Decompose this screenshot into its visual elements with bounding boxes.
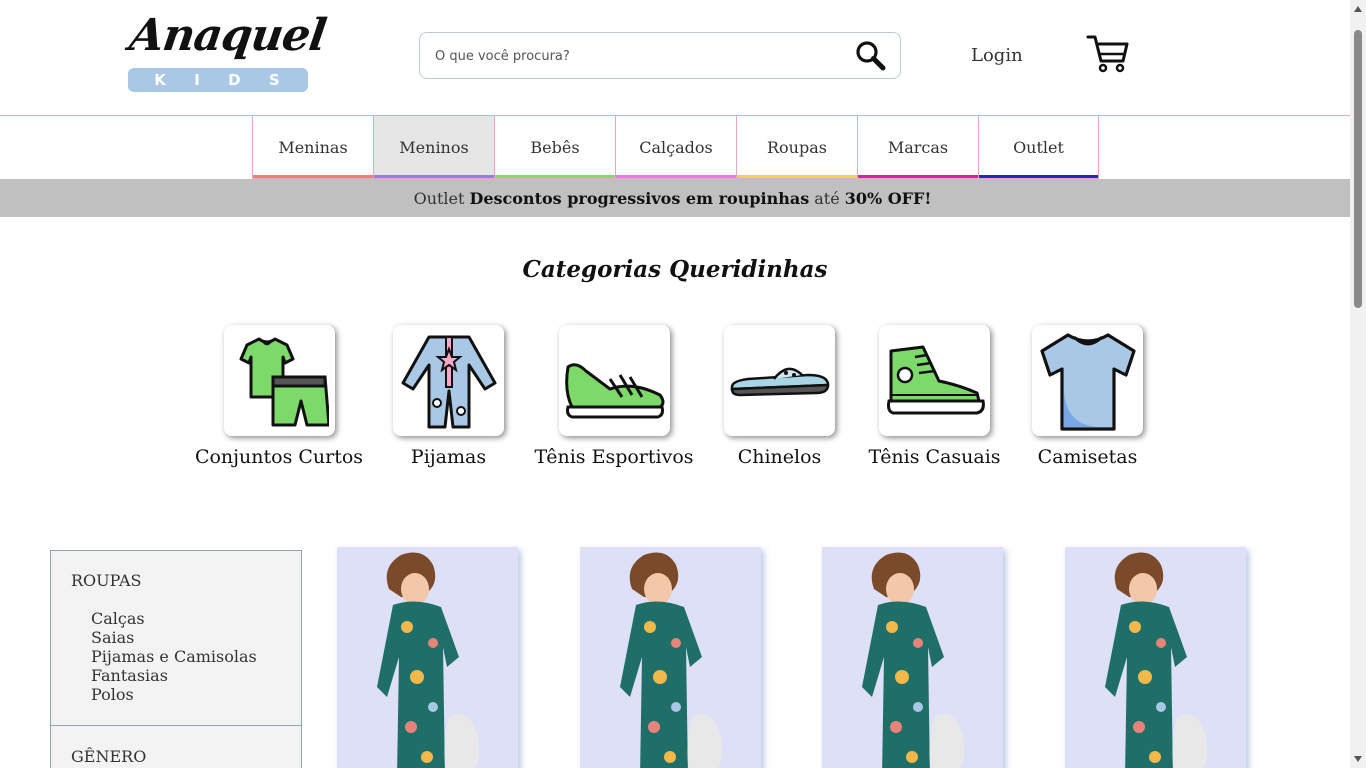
sidebar-item-pijamas[interactable]: Pijamas e Camisolas: [91, 647, 257, 666]
tshirt-icon: [1039, 332, 1136, 431]
product-image: [377, 552, 480, 768]
nav-item-label: Calçados: [639, 137, 713, 157]
pajamas-icon: [401, 335, 496, 428]
promo-prefix: Outlet: [413, 188, 465, 208]
category-label: Chinelos: [737, 446, 822, 468]
category-icon-box: [223, 325, 335, 436]
cart-icon: [1086, 35, 1129, 73]
nav-item-label: Meninas: [278, 137, 348, 157]
site-logo[interactable]: Anaquel K I D S: [126, 10, 329, 94]
category-pijamas[interactable]: Pijamas: [378, 325, 519, 468]
sidebar-item-polos[interactable]: Polos: [91, 685, 257, 704]
search-button[interactable]: [854, 39, 888, 73]
site-header: Anaquel K I D S Login: [0, 0, 1350, 116]
sidebar-item-fantasias[interactable]: Fantasias: [91, 666, 257, 685]
nav-underline: [374, 175, 494, 178]
category-label: Tênis Casuais: [868, 446, 1001, 468]
category-icon-box: [879, 325, 990, 436]
category-chinelos[interactable]: Chinelos: [709, 325, 850, 468]
nav-item-meninas[interactable]: Meninas: [252, 116, 373, 179]
scroll-up-icon[interactable]: [1354, 6, 1362, 12]
category-conjuntos-curtos[interactable]: Conjuntos Curtos: [194, 325, 364, 468]
search-box: [419, 32, 901, 79]
product-card[interactable]: [1065, 547, 1246, 768]
nav-item-marcas[interactable]: Marcas: [857, 116, 978, 179]
filter-sidebar: ROUPAS Calças Saias Pijamas e Camisolas …: [50, 550, 302, 768]
nav-item-label: Bebês: [530, 137, 580, 157]
product-card[interactable]: [337, 547, 518, 768]
nav-item-roupas[interactable]: Roupas: [736, 116, 857, 179]
logo-letter: I: [194, 71, 202, 89]
logo-script-text: Anaquel: [126, 10, 329, 61]
nav-item-meninos[interactable]: Meninos: [373, 116, 494, 179]
scrollbar-thumb[interactable]: [1354, 30, 1362, 308]
categories-title: Categorias Queridinhas: [522, 256, 828, 283]
product-image: [620, 552, 723, 768]
category-icon-box: [1032, 325, 1143, 436]
search-icon: [856, 41, 886, 71]
flip-flop-icon: [730, 367, 829, 396]
nav-underline: [979, 175, 1098, 178]
nav-underline: [858, 175, 978, 178]
nav-underline: [253, 175, 373, 178]
logo-letter: K: [154, 71, 168, 89]
sidebar-item-calcas[interactable]: Calças: [91, 609, 257, 628]
nav-underline: [737, 175, 857, 178]
category-icon-box: [558, 325, 670, 436]
product-image: [1105, 552, 1208, 768]
product-card[interactable]: [580, 547, 761, 768]
search-input[interactable]: [435, 43, 835, 69]
category-tenis-esportivos[interactable]: Tênis Esportivos: [534, 325, 694, 468]
category-label: Camisetas: [1037, 446, 1138, 468]
promo-discount: 30% OFF!: [844, 188, 932, 208]
shorts-set-icon: [239, 337, 329, 426]
sidebar-section-title: GÊNERO: [71, 747, 147, 766]
main-nav: Meninas Meninos Bebês Calçados Roupas Ma…: [252, 116, 1099, 179]
logo-letter: D: [228, 71, 243, 89]
nav-item-bebes[interactable]: Bebês: [494, 116, 615, 179]
category-icon-box: [393, 325, 504, 436]
category-label: Conjuntos Curtos: [194, 446, 364, 468]
sidebar-list: Calças Saias Pijamas e Camisolas Fantasi…: [91, 609, 257, 704]
nav-item-label: Meninos: [399, 137, 469, 157]
category-icon-box: [724, 325, 835, 436]
login-link[interactable]: Login: [971, 45, 1023, 66]
sidebar-item-saias[interactable]: Saias: [91, 628, 257, 647]
category-label: Tênis Esportivos: [534, 446, 694, 468]
product-image: [862, 552, 965, 768]
promo-middle: até: [814, 188, 840, 208]
category-label: Pijamas: [410, 446, 487, 468]
category-camisetas[interactable]: Camisetas: [1017, 325, 1158, 468]
nav-item-calcados[interactable]: Calçados: [615, 116, 736, 179]
sidebar-divider: [51, 725, 301, 726]
promo-highlight: Descontos progressivos em roupinhas: [469, 188, 810, 208]
nav-item-label: Marcas: [887, 137, 949, 157]
sport-sneaker-icon: [565, 362, 665, 418]
sidebar-section-title: ROUPAS: [71, 571, 142, 590]
logo-letter: S: [268, 71, 282, 89]
product-card[interactable]: [822, 547, 1003, 768]
scroll-down-icon[interactable]: [1354, 756, 1362, 762]
cart-button[interactable]: [1086, 34, 1130, 74]
logo-kids-bar: K I D S: [128, 68, 308, 92]
nav-item-label: Outlet: [1013, 137, 1064, 157]
nav-item-outlet[interactable]: Outlet: [978, 116, 1099, 179]
casual-sneaker-icon: [886, 345, 985, 414]
nav-underline: [616, 175, 736, 178]
nav-item-label: Roupas: [767, 137, 827, 157]
page-scrollbar[interactable]: [1350, 0, 1366, 768]
nav-underline: [495, 175, 615, 178]
promo-banner[interactable]: Outlet Descontos progressivos em roupinh…: [0, 179, 1350, 217]
category-tenis-casuais[interactable]: Tênis Casuais: [864, 325, 1005, 468]
